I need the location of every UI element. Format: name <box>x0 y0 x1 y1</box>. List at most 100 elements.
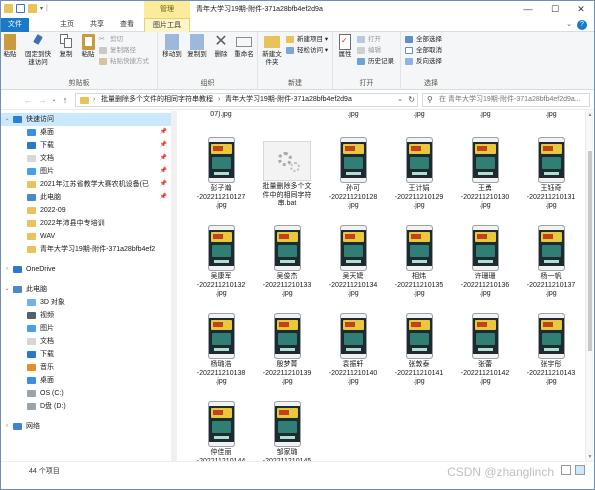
sidebar-item[interactable]: 青年大学习19期-附件-371a28bfb4ef2 <box>1 243 171 256</box>
sidebar-item[interactable]: 下载 <box>1 348 171 361</box>
large-icons-view-icon[interactable] <box>575 465 585 475</box>
new-folder-button[interactable]: 新建文件夹 <box>260 34 284 67</box>
file-item[interactable]: 07).jpg <box>191 111 251 120</box>
rename-button[interactable]: 重命名 <box>232 34 256 59</box>
file-item[interactable]: 杨璐浩 -202211210138 .jpg <box>191 313 251 387</box>
expand-chevron-icon[interactable]: ⌄ <box>3 113 11 126</box>
paste-big-button[interactable]: 粘贴 <box>79 34 97 59</box>
tab-home[interactable]: 主页 <box>53 18 81 32</box>
sidebar-item[interactable]: D盘 (D:) <box>1 400 171 413</box>
expand-chevron-icon[interactable]: ⌄ <box>3 283 11 296</box>
breadcrumb-item[interactable]: 批量删除多个文件的相同字符串教程 <box>101 94 213 106</box>
sidebar-item[interactable]: WAV <box>1 230 171 243</box>
sidebar-item[interactable]: 2022-09 <box>1 204 171 217</box>
file-item[interactable]: 吴天婕 -202211210134 .jpg <box>323 225 383 299</box>
expand-chevron-icon[interactable]: › <box>3 263 11 276</box>
pin-quick-access-button[interactable]: 固定到快速访问 <box>23 34 53 67</box>
file-item[interactable]: 仲佳丽-202211210144.jpg <box>191 401 251 461</box>
back-button[interactable]: ← <box>23 94 33 106</box>
file-item[interactable]: 相炜 -202211210135 .jpg <box>389 225 449 299</box>
paste-button[interactable]: 粘贴 <box>1 34 19 59</box>
file-item[interactable]: 王勇 -202211210130 .jpg <box>455 137 515 211</box>
file-item[interactable]: 批量删除多个文 件中的相同字符 串.bat <box>257 137 317 209</box>
copy-path-button[interactable]: 复制路径 <box>99 46 136 55</box>
collapse-ribbon-icon[interactable]: ⌄ <box>564 20 574 30</box>
address-dropdown-icon[interactable]: ⌄ <box>397 94 403 106</box>
sidebar-item[interactable]: 2021年江苏省教学大赛农机设备(已 📌 <box>1 178 171 191</box>
tab-share[interactable]: 共享 <box>83 18 111 32</box>
check-properties-icon[interactable] <box>16 4 25 13</box>
close-button[interactable]: ✕ <box>568 1 594 18</box>
pin-icon[interactable]: 📌 <box>160 152 167 165</box>
sidebar-item[interactable]: 图片 <box>1 322 171 335</box>
help-icon[interactable]: ? <box>577 20 587 30</box>
file-item[interactable]: 彭子瀚 -202211210127 .jpg <box>191 137 251 211</box>
edit-button[interactable]: 编辑 <box>357 46 381 55</box>
expand-chevron-icon[interactable]: › <box>3 420 11 433</box>
maximize-button[interactable]: ☐ <box>542 1 568 18</box>
copy-button[interactable]: 复制 <box>57 34 75 59</box>
content-scrollbar[interactable]: ▲ ▼ <box>585 111 593 461</box>
file-item[interactable]: .jpg <box>389 111 449 120</box>
file-item[interactable]: .jpg <box>521 111 581 120</box>
breadcrumb-item-current[interactable]: 青年大学习19期-附件-371a28bfb4ef2d9a <box>225 94 352 106</box>
address-bar[interactable]: › 批量删除多个文件的相同字符串教程 › 青年大学习19期-附件-371a28b… <box>75 93 418 107</box>
tab-picture-tools[interactable]: 图片工具 <box>144 18 190 32</box>
forward-button[interactable]: → <box>37 94 47 106</box>
file-item[interactable]: 张敦泰 -202211210141 .jpg <box>389 313 449 387</box>
sidebar-item[interactable]: 2022年沛县中专培训 <box>1 217 171 230</box>
sidebar-item[interactable]: › 网络 <box>1 420 171 433</box>
select-all-button[interactable]: 全部选择 <box>405 35 442 44</box>
sidebar-item[interactable]: 此电脑 📌 <box>1 191 171 204</box>
file-item[interactable]: 吴俊杰 -202211210133 .jpg <box>257 225 317 299</box>
file-item[interactable]: .jpg <box>323 111 383 120</box>
cut-button[interactable]: ✂ 剪切 <box>99 35 123 44</box>
copy-to-button[interactable]: 复制到 <box>185 34 209 59</box>
sidebar-item[interactable]: › OneDrive <box>1 263 171 276</box>
sidebar-item[interactable]: 文档 <box>1 335 171 348</box>
history-button[interactable]: 历史记录 <box>357 57 394 66</box>
scroll-down-arrow-icon[interactable]: ▼ <box>586 453 594 461</box>
file-item[interactable]: 许珊珊 -202211210136 .jpg <box>455 225 515 299</box>
paste-shortcut-button[interactable]: 粘贴快捷方式 <box>99 57 149 66</box>
folder-small-icon[interactable] <box>28 4 37 13</box>
open-button[interactable]: 打开 <box>357 35 381 44</box>
new-item-button[interactable]: 新建项目 ▾ <box>286 35 328 44</box>
pin-icon[interactable]: 📌 <box>160 139 167 152</box>
select-none-button[interactable]: 全部取消 <box>405 46 442 55</box>
file-item[interactable]: 袁振轩 -202211210140 .jpg <box>323 313 383 387</box>
sidebar-item[interactable]: ⌄ 此电脑 <box>1 283 171 296</box>
sidebar-item[interactable]: 文档 📌 <box>1 152 171 165</box>
qat-dropdown-icon[interactable]: ▾ <box>40 5 43 12</box>
file-item[interactable]: 殷梦菁 -202211210139 .jpg <box>257 313 317 387</box>
pin-icon[interactable]: 📌 <box>160 126 167 139</box>
file-item[interactable]: 杨一帆 -202211210137 .jpg <box>521 225 581 299</box>
file-item[interactable]: 王计娟 -202211210129 .jpg <box>389 137 449 211</box>
pin-icon[interactable]: 📌 <box>160 165 167 178</box>
details-view-icon[interactable] <box>561 465 571 475</box>
sidebar-item[interactable]: 桌面 <box>1 374 171 387</box>
sidebar-item[interactable]: ⌄ 快速访问 <box>1 113 171 126</box>
scroll-up-arrow-icon[interactable]: ▲ <box>586 111 594 119</box>
pin-icon[interactable]: 📌 <box>160 178 167 191</box>
sidebar-item[interactable]: 3D 对象 <box>1 296 171 309</box>
refresh-icon[interactable]: ↻ <box>408 94 415 106</box>
up-button[interactable]: ↑ <box>60 94 70 106</box>
minimize-button[interactable]: — <box>515 1 541 18</box>
sidebar-item[interactable]: 桌面 📌 <box>1 126 171 139</box>
file-item[interactable]: 孙可 -202211210128 .jpg <box>323 137 383 211</box>
scroll-thumb[interactable] <box>588 151 592 351</box>
sidebar-item[interactable]: OS (C:) <box>1 387 171 400</box>
file-item[interactable]: .jpg <box>455 111 515 120</box>
pin-icon[interactable]: 📌 <box>160 191 167 204</box>
file-item[interactable]: 张宇彤 -202211210143 .jpg <box>521 313 581 387</box>
invert-selection-button[interactable]: 反向选择 <box>405 57 442 66</box>
nav-scrollbar[interactable] <box>171 111 177 461</box>
recent-locations-button[interactable]: ⌄ <box>49 94 59 106</box>
sidebar-item[interactable]: 下载 📌 <box>1 139 171 152</box>
file-item[interactable]: 邹家璐-202211210145.jpg <box>257 401 317 461</box>
search-box[interactable]: ⚲ 在 青年大学习19期-附件-371a28bfb4ef2d9a... <box>422 93 590 107</box>
delete-button[interactable]: ✕ 删除 <box>211 34 231 59</box>
easy-access-button[interactable]: 轻松访问 ▾ <box>286 46 328 55</box>
tab-file[interactable]: 文件 <box>1 18 29 32</box>
